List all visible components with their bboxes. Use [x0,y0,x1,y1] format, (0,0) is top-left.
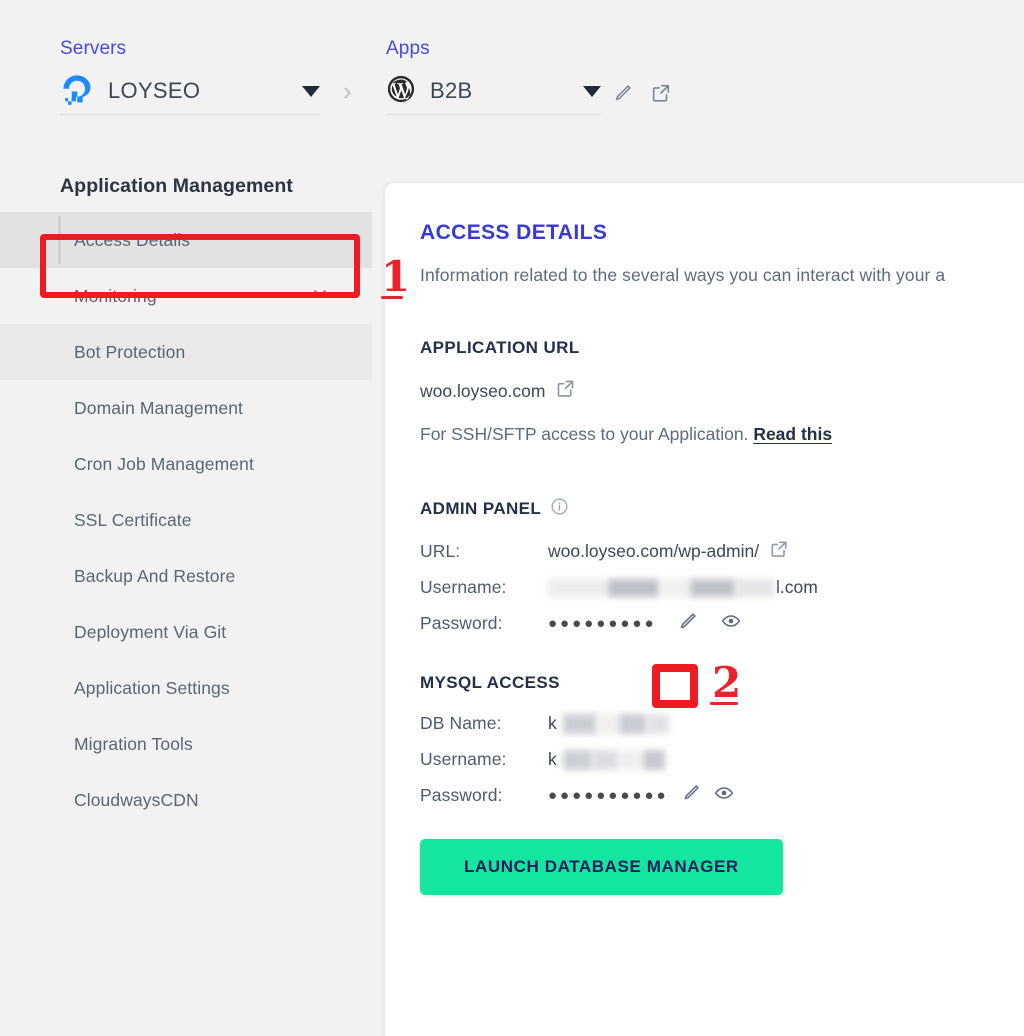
sidebar-item-label: Bot Protection [74,341,186,362]
annotation-marker-1: 1 [381,252,411,301]
sidebar-item-ssl-certificate[interactable]: SSL Certificate [0,492,372,548]
server-selector-underline [60,114,320,115]
mysql-dbname-value: k [548,712,557,733]
sidebar-item-domain-management[interactable]: Domain Management [0,380,372,436]
server-name: LOYSEO [108,78,201,103]
mysql-password-masked: ●●●●●●●●●● [548,786,669,804]
external-link-icon[interactable] [769,539,789,564]
mysql-dbname-label: DB Name: [420,712,502,733]
admin-username-suffix: l.com [776,576,818,597]
admin-username-label: Username: [420,576,507,597]
mysql-username-value: k [548,748,557,769]
sidebar-title: Application Management [60,175,293,197]
mysql-username-label: Username: [420,748,507,769]
sidebar-item-label: SSL Certificate [74,509,192,530]
sidebar-item-monitoring[interactable]: Monitoring [0,268,372,324]
admin-username-redacted [548,577,774,598]
app-selector-underline [386,114,601,115]
mysql-dbname-redacted [562,712,669,734]
annotation-marker-1-underline [381,296,403,299]
mysql-dbname-row: DB Name: k [420,705,1024,741]
admin-url-value[interactable]: woo.loyseo.com/wp-admin/ [548,541,759,562]
sidebar-item-label: Deployment Via Git [74,621,227,642]
admin-url-label: URL: [420,540,461,561]
sidebar-item-access-details[interactable]: Access Details [0,212,372,268]
mysql-password-row: Password: ●●●●●●●●●● [420,777,1024,813]
mysql-username-redacted [562,748,665,770]
application-url-value[interactable]: woo.loyseo.com [420,381,545,402]
admin-password-row: Password: ●●●●●●●●● [420,605,1024,641]
mysql-password-edit-icon[interactable] [681,782,702,808]
launch-database-manager-button[interactable]: LAUNCH DATABASE MANAGER [420,839,783,895]
sidebar-item-bot-protection[interactable]: Bot Protection [0,324,372,380]
main-content-panel: ACCESS DETAILS Information related to th… [385,183,1024,1036]
info-circle-icon[interactable] [550,497,569,521]
sidebar-item-label: CloudwaysCDN [74,789,199,810]
mysql-password-reveal-eye-icon[interactable] [714,783,734,808]
sidebar-item-deployment-via-git[interactable]: Deployment Via Git [0,604,372,660]
sidebar-item-migration-tools[interactable]: Migration Tools [0,716,372,772]
caret-down-icon[interactable] [302,85,320,97]
app-action-icons [612,82,672,109]
top-selector-bar: Servers LOYSEO › Apps B2B [0,0,1024,160]
chevron-down-icon[interactable] [310,284,330,309]
admin-password-edit-icon[interactable] [677,610,699,637]
chevron-right-icon: › [343,76,352,106]
annotation-marker-2: 2 [712,658,742,707]
sidebar-item-label: Application Settings [74,677,230,698]
page-description: Information related to the several ways … [420,265,946,285]
digitalocean-logo-icon [60,72,94,111]
sidebar-item-label: Monitoring [74,285,157,306]
admin-password-masked: ●●●●●●●●● [548,614,657,632]
ssh-note: For SSH/SFTP access to your Application.… [420,424,1024,445]
page-title: ACCESS DETAILS [420,221,608,244]
sidebar-item-cron-job-management[interactable]: Cron Job Management [0,436,372,492]
mysql-access-title-text: MYSQL ACCESS [420,673,560,692]
sidebar: Application Management Access Details Mo… [0,175,372,828]
wordpress-logo-icon [386,74,416,109]
mysql-password-label: Password: [420,784,503,805]
sidebar-item-backup-and-restore[interactable]: Backup And Restore [0,548,372,604]
admin-password-label: Password: [420,612,503,633]
external-link-icon[interactable] [650,82,672,109]
servers-label: Servers [60,38,127,59]
sidebar-item-application-settings[interactable]: Application Settings [0,660,372,716]
admin-username-row: Username: l.com [420,569,1024,605]
application-url-title-text: APPLICATION URL [420,338,580,357]
sidebar-item-label: Domain Management [74,397,244,418]
read-this-link[interactable]: Read this [753,424,832,444]
admin-panel-title-text: ADMIN PANEL [420,499,542,518]
admin-url-row: URL: woo.loyseo.com/wp-admin/ [420,533,1024,569]
mysql-username-row: Username: k [420,741,1024,777]
sidebar-item-label: Backup And Restore [74,565,236,586]
pencil-icon[interactable] [612,82,634,109]
application-url-title: APPLICATION URL [420,338,1024,358]
sidebar-item-label: Cron Job Management [74,453,254,474]
app-name: B2B [430,78,473,103]
apps-label: Apps [386,38,430,59]
app-selector[interactable]: Apps B2B [386,38,601,115]
ssh-note-text: For SSH/SFTP access to your Application. [420,424,749,444]
external-link-icon[interactable] [555,378,576,404]
sidebar-item-cloudwayscdn[interactable]: CloudwaysCDN [0,772,372,828]
server-selector[interactable]: Servers LOYSEO [60,38,320,115]
app-root: Servers LOYSEO › Apps B2B Application Ma… [0,0,1024,1036]
annotation-marker-2-underline [710,702,738,705]
sidebar-item-label: Migration Tools [74,733,193,754]
caret-down-icon[interactable] [583,85,601,97]
admin-panel-title: ADMIN PANEL [420,497,1024,521]
admin-password-reveal-eye-icon[interactable] [721,611,741,636]
sidebar-item-label: Access Details [74,229,191,250]
